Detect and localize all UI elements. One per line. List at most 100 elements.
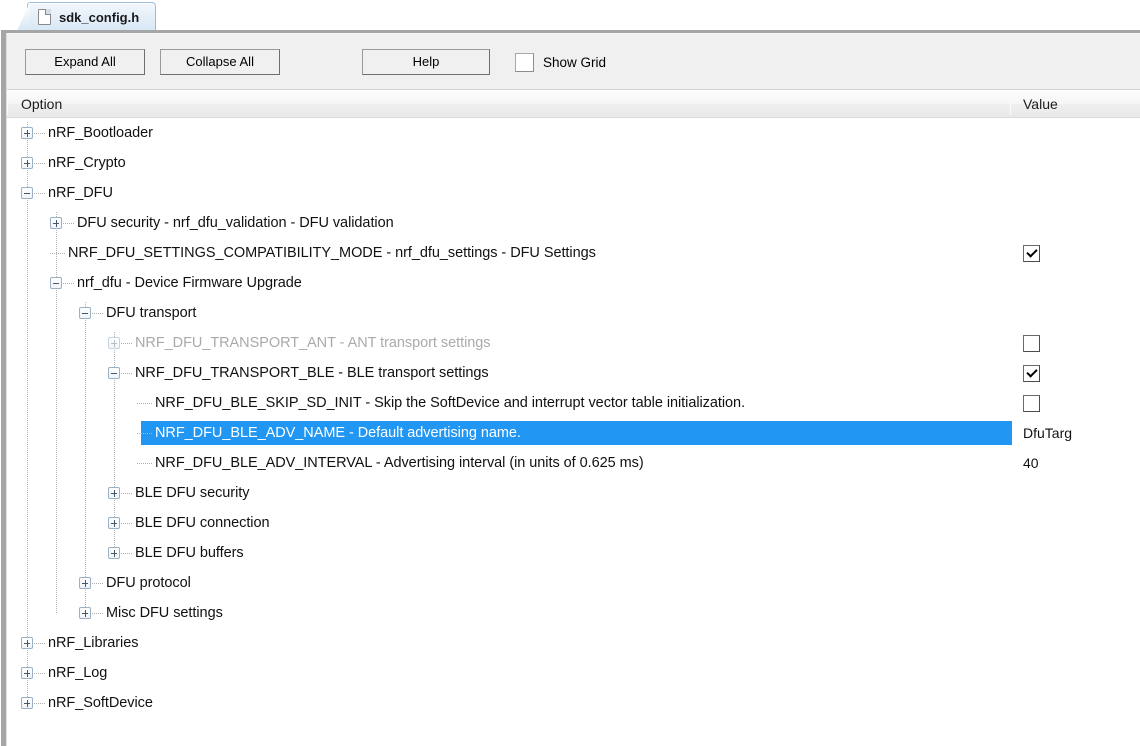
tree-row-option-cell: BLE DFU buffers xyxy=(108,538,244,568)
expand-node-icon[interactable] xyxy=(50,217,62,229)
tree-connector xyxy=(34,132,45,134)
column-header-option[interactable]: Option xyxy=(21,91,62,117)
tree-row[interactable]: Misc DFU settings xyxy=(7,598,1140,628)
expand-all-button[interactable]: Expand All xyxy=(25,49,145,75)
tree-row-value-cell[interactable] xyxy=(1023,388,1040,418)
collapse-node-icon[interactable] xyxy=(50,277,62,289)
tree-row[interactable]: nRF_DFU xyxy=(7,178,1140,208)
tree-connector xyxy=(50,252,65,254)
tree-row-option-cell: nRF_Crypto xyxy=(21,148,126,178)
tree-row-label: nRF_Bootloader xyxy=(48,125,153,141)
tree-row[interactable]: nrf_dfu - Device Firmware Upgrade xyxy=(7,268,1140,298)
tree-connector xyxy=(34,162,45,164)
show-grid-control[interactable]: Show Grid xyxy=(515,49,606,75)
tree-row[interactable]: DFU protocol xyxy=(7,568,1140,598)
value-checkbox-unchecked[interactable] xyxy=(1023,394,1040,412)
tree-connector xyxy=(121,492,132,494)
tree-row[interactable]: nRF_SoftDevice xyxy=(7,688,1140,718)
expand-node-icon[interactable] xyxy=(108,337,120,349)
expand-node-icon[interactable] xyxy=(79,607,91,619)
tree-row[interactable]: NRF_DFU_SETTINGS_COMPATIBILITY_MODE - nr… xyxy=(7,238,1140,268)
help-button[interactable]: Help xyxy=(362,49,490,75)
tree-row[interactable]: NRF_DFU_BLE_ADV_INTERVAL - Advertising i… xyxy=(7,448,1140,478)
value-text[interactable]: DfuTarg xyxy=(1023,425,1072,441)
tree-connector xyxy=(34,642,45,644)
value-checkbox-checked[interactable] xyxy=(1023,364,1040,382)
column-header-bar: Option Value xyxy=(7,91,1140,118)
tree-row-label: Misc DFU settings xyxy=(106,605,223,621)
tree-row-value-cell[interactable] xyxy=(1023,328,1040,358)
tree-row[interactable]: DFU security - nrf_dfu_validation - DFU … xyxy=(7,208,1140,238)
expand-node-icon[interactable] xyxy=(108,547,120,559)
tree-row-option-cell: NRF_DFU_TRANSPORT_ANT - ANT transport se… xyxy=(108,328,491,358)
tree-row-value-cell[interactable] xyxy=(1023,358,1040,388)
window-frame: Expand All Collapse All Help Show Grid O… xyxy=(1,30,1140,746)
tree-connector xyxy=(34,192,45,194)
tree-row-label: nRF_Log xyxy=(48,665,108,681)
tree-row-label: DFU security - nrf_dfu_validation - DFU … xyxy=(77,215,394,231)
tree-row-label: NRF_DFU_TRANSPORT_BLE - BLE transport se… xyxy=(135,365,489,381)
tree-row-label: nRF_DFU xyxy=(48,185,113,201)
show-grid-checkbox[interactable] xyxy=(515,52,534,72)
expand-node-icon[interactable] xyxy=(21,157,33,169)
value-checkbox-unchecked[interactable] xyxy=(1023,334,1040,352)
tree-row-label: DFU protocol xyxy=(106,575,191,591)
tab-sdk-config-h[interactable]: sdk_config.h xyxy=(27,2,157,31)
tree-row-label: nrf_dfu - Device Firmware Upgrade xyxy=(77,275,302,291)
tree-row-label: nRF_Libraries xyxy=(48,635,139,651)
tree-row-value-cell[interactable]: 40 xyxy=(1023,448,1039,478)
show-grid-label: Show Grid xyxy=(543,54,607,70)
tree-connector xyxy=(92,582,103,584)
tree-row-option-cell: nRF_Libraries xyxy=(21,628,138,658)
tree-row-value-cell[interactable]: DfuTarg xyxy=(1023,418,1072,448)
options-tree[interactable]: nRF_Bootloader nRF_Crypto nRF_DFU DFU secur… xyxy=(7,118,1140,746)
tree-row[interactable]: NRF_DFU_TRANSPORT_BLE - BLE transport se… xyxy=(7,358,1140,388)
tree-row-option-cell: BLE DFU security xyxy=(108,478,249,508)
tree-row-label: DFU transport xyxy=(106,305,197,321)
collapse-all-button[interactable]: Collapse All xyxy=(160,49,280,75)
tree-row[interactable]: nRF_Log xyxy=(7,658,1140,688)
tree-connector xyxy=(121,342,132,344)
tree-row-label: NRF_DFU_BLE_ADV_NAME - Default advertisi… xyxy=(155,425,521,441)
tree-row-label: BLE DFU buffers xyxy=(135,545,244,561)
collapse-node-icon[interactable] xyxy=(21,187,33,199)
collapse-node-icon[interactable] xyxy=(108,367,120,379)
expand-node-icon[interactable] xyxy=(79,577,91,589)
tree-connector xyxy=(121,522,132,524)
tree-row[interactable]: NRF_DFU_BLE_SKIP_SD_INIT - Skip the Soft… xyxy=(7,388,1140,418)
column-separator-left xyxy=(7,93,8,115)
tree-connector xyxy=(92,612,103,614)
tree-row-option-cell: NRF_DFU_BLE_ADV_NAME - Default advertisi… xyxy=(137,418,521,448)
tree-row-label: nRF_Crypto xyxy=(48,155,126,171)
tree-row[interactable]: NRF_DFU_TRANSPORT_ANT - ANT transport se… xyxy=(7,328,1140,358)
tree-row[interactable]: NRF_DFU_BLE_ADV_NAME - Default advertisi… xyxy=(7,418,1140,448)
tree-row-label: NRF_DFU_TRANSPORT_ANT - ANT transport se… xyxy=(135,335,491,351)
tree-row-option-cell: NRF_DFU_TRANSPORT_BLE - BLE transport se… xyxy=(108,358,489,388)
tree-row-label: BLE DFU connection xyxy=(135,515,270,531)
tree-connector xyxy=(34,702,45,704)
tree-row-option-cell: NRF_DFU_BLE_ADV_INTERVAL - Advertising i… xyxy=(137,448,644,478)
expand-node-icon[interactable] xyxy=(108,487,120,499)
tree-row-option-cell: NRF_DFU_BLE_SKIP_SD_INIT - Skip the Soft… xyxy=(137,388,745,418)
tree-row-option-cell: nRF_Log xyxy=(21,658,107,688)
value-checkbox-checked[interactable] xyxy=(1023,244,1040,262)
column-header-value[interactable]: Value xyxy=(1023,91,1058,117)
tree-row[interactable]: nRF_Libraries xyxy=(7,628,1140,658)
tree-row-label: BLE DFU security xyxy=(135,485,250,501)
tree-row[interactable]: nRF_Crypto xyxy=(7,148,1140,178)
toolbar: Expand All Collapse All Help Show Grid xyxy=(7,34,1140,90)
tree-row[interactable]: DFU transport xyxy=(7,298,1140,328)
tree-row[interactable]: BLE DFU security xyxy=(7,478,1140,508)
collapse-node-icon[interactable] xyxy=(79,307,91,319)
tree-row-value-cell[interactable] xyxy=(1023,238,1040,268)
expand-node-icon[interactable] xyxy=(21,697,33,709)
expand-node-icon[interactable] xyxy=(21,667,33,679)
value-text[interactable]: 40 xyxy=(1023,455,1039,471)
column-separator-value[interactable] xyxy=(1010,93,1011,115)
expand-node-icon[interactable] xyxy=(108,517,120,529)
tree-row[interactable]: BLE DFU connection xyxy=(7,508,1140,538)
expand-node-icon[interactable] xyxy=(21,127,33,139)
tree-row[interactable]: nRF_Bootloader xyxy=(7,118,1140,148)
expand-node-icon[interactable] xyxy=(21,637,33,649)
tree-row[interactable]: BLE DFU buffers xyxy=(7,538,1140,568)
